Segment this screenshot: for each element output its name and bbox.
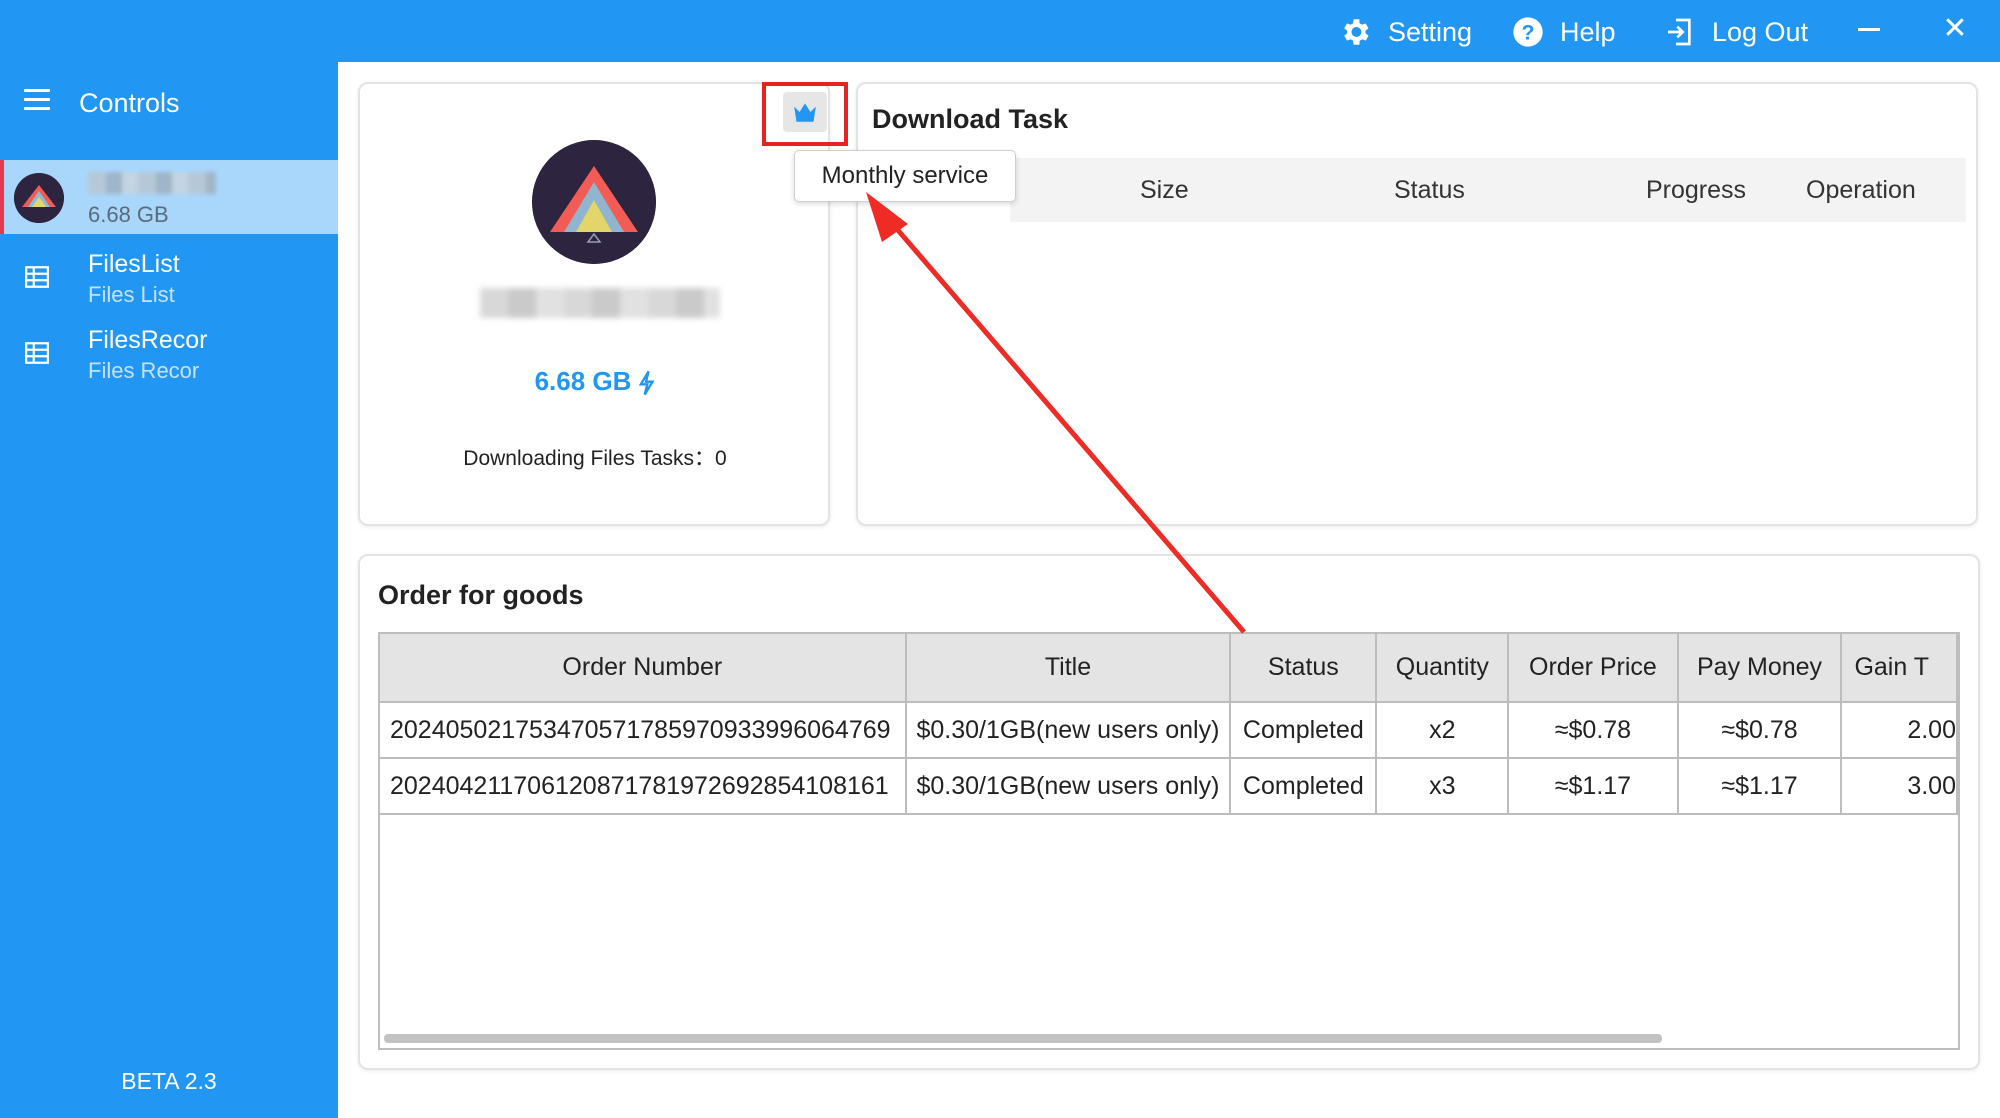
order-number: 20240502175347057178597093399606476​9 xyxy=(380,702,907,759)
monthly-service-tooltip: Monthly service xyxy=(794,150,1016,202)
table-row[interactable]: 20240502175347057178597093399606476​9 $0… xyxy=(380,702,1958,759)
profile-storage-value: 6.68 GB xyxy=(534,366,632,396)
sidebar-item-label: FilesRecor xyxy=(88,326,208,354)
profile-avatar xyxy=(532,140,656,264)
order-title: $0.30/1GB(new users only) xyxy=(905,702,1232,759)
grid-icon xyxy=(25,266,49,288)
orders-grid: Order Number Title Status Quantity Order… xyxy=(380,634,1958,815)
order-status: Completed xyxy=(1230,758,1378,815)
sidebar-header: Controls xyxy=(0,62,338,144)
grid-icon xyxy=(25,342,49,364)
downloading-tasks-count: Downloading Files Tasks：0 xyxy=(463,447,727,470)
setting-button[interactable]: Setting xyxy=(1338,12,1472,52)
order-pay-money: ≈$1.17 xyxy=(1677,758,1843,815)
logout-label: Log Out xyxy=(1712,16,1809,47)
minimize-button[interactable] xyxy=(1858,28,1880,31)
sidebar-item-sublabel: Files List xyxy=(88,282,175,307)
help-icon: ? xyxy=(1513,17,1543,47)
lightning-icon xyxy=(639,370,655,396)
sidebar-item-user[interactable]: 6.68 GB xyxy=(0,160,338,234)
column-progress: Progress xyxy=(1646,176,1747,204)
order-gain: 3.00 xyxy=(1841,758,1958,815)
order-title: $0.30/1GB(new users only) xyxy=(905,758,1232,815)
column-title[interactable]: Title xyxy=(905,634,1232,703)
column-order-price[interactable]: Order Price xyxy=(1508,634,1679,703)
horizontal-scrollbar[interactable] xyxy=(384,1034,1662,1043)
sidebar-item-filesrecor[interactable]: FilesRecor Files Recor xyxy=(0,316,338,390)
sidebar-item-label: FilesList xyxy=(88,250,180,278)
order-quantity: x3 xyxy=(1376,758,1510,815)
column-status: Status xyxy=(1394,176,1465,204)
order-number: 20240421170612087178197269285410816​1 xyxy=(380,758,907,815)
help-button[interactable]: ? Help xyxy=(1512,12,1616,52)
order-gain: 2.00 xyxy=(1841,702,1958,759)
gear-icon xyxy=(1344,19,1369,45)
close-button[interactable]: ✕ xyxy=(1938,12,1972,46)
logout-button[interactable]: Log Out xyxy=(1664,12,1808,52)
user-avatar xyxy=(14,173,64,223)
username-blurred xyxy=(88,172,216,194)
title-bar: Setting ? Help Log Out ✕ xyxy=(0,0,2000,62)
sidebar-item-sublabel: Files Recor xyxy=(88,358,200,383)
download-task-title: Download Task xyxy=(872,104,1069,134)
column-pay-money[interactable]: Pay Money xyxy=(1677,634,1843,703)
sidebar: Controls 6.68 GB FilesList Files List Fi… xyxy=(0,62,338,1118)
setting-label: Setting xyxy=(1388,16,1473,47)
help-label: Help xyxy=(1560,16,1616,47)
profile-storage: 6.68 GB xyxy=(380,366,810,397)
order-quantity: x2 xyxy=(1376,702,1510,759)
sidebar-title: Controls xyxy=(79,88,180,118)
hamburger-menu-icon[interactable] xyxy=(24,89,50,111)
column-order-number[interactable]: Order Number xyxy=(380,634,907,703)
active-indicator xyxy=(0,160,4,234)
column-status[interactable]: Status xyxy=(1230,634,1378,703)
table-header-row: Order Number Title Status Quantity Order… xyxy=(380,634,1958,703)
version-label: BETA 2.3 xyxy=(121,1068,217,1094)
orders-title: Order for goods xyxy=(378,580,584,610)
profile-name-blurred xyxy=(480,288,720,318)
svg-text:?: ? xyxy=(1521,20,1534,44)
user-storage: 6.68 GB xyxy=(88,202,169,227)
column-operation: Operation xyxy=(1806,176,1916,204)
column-size: Size xyxy=(1140,176,1189,204)
order-pay-money: ≈$0.78 xyxy=(1677,702,1843,759)
download-task-card xyxy=(856,82,1978,526)
highlight-box xyxy=(762,82,848,146)
table-row[interactable]: 20240421170612087178197269285410816​1 $0… xyxy=(380,758,1958,815)
column-gain[interactable]: Gain T xyxy=(1841,634,1958,703)
orders-table: Order Number Title Status Quantity Order… xyxy=(378,632,1960,1050)
order-price: ≈$0.78 xyxy=(1508,702,1679,759)
order-status: Completed xyxy=(1230,702,1378,759)
column-quantity[interactable]: Quantity xyxy=(1376,634,1510,703)
logout-icon xyxy=(1668,18,1691,46)
sidebar-item-fileslist[interactable]: FilesList Files List xyxy=(0,240,338,314)
order-price: ≈$1.17 xyxy=(1508,758,1679,815)
